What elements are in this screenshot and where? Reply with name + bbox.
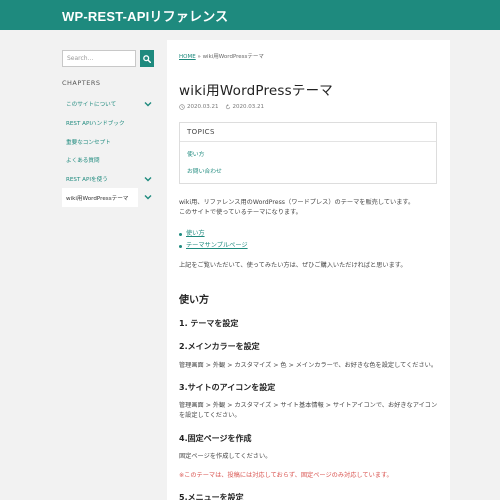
usage-link[interactable]: 使い方 — [186, 228, 205, 240]
intro-line: wiki用、リファレンス用のWordPress（ワードプレス）のテーマを販売して… — [179, 199, 415, 206]
step-heading: 1. テーマを設定 — [179, 319, 239, 328]
purchase-note: 上記をご覧いただいて、使ってみたい方は、ぜひご購入いただければと思います。 — [179, 262, 407, 269]
search-icon — [143, 54, 151, 63]
theme-sample-link[interactable]: テーマサンプルページ — [186, 240, 248, 252]
breadcrumb: HOME » wiki用WordPressテーマ — [179, 52, 450, 60]
step-heading: 2.メインカラーを設定 — [179, 342, 260, 351]
page-title: wiki用WordPressテーマ — [179, 83, 333, 99]
step-heading: 4.固定ページを作成 — [179, 434, 252, 443]
breadcrumb-separator: » — [197, 54, 201, 60]
list-item: テーマサンプルページ — [179, 240, 450, 252]
step-text: 管理画面 > 外観 > カスタマイズ > 色 > メインカラーで、お好きな色を設… — [179, 362, 438, 369]
link-list: 使い方 テーマサンプルページ — [179, 228, 450, 252]
sidebar-item-label: このサイトについて — [66, 102, 117, 109]
sidebar-item-about[interactable]: このサイトについて — [62, 95, 158, 114]
sidebar-item-label: 重要なコンセプト — [66, 139, 111, 146]
sidebar-item-faq[interactable]: よくある質問 — [62, 151, 158, 170]
topics-links: 使い方 お問い合わせ — [180, 142, 436, 175]
step-text: 固定ページを作成してください。 — [179, 453, 272, 460]
chapters-label: CHAPTERS — [62, 79, 101, 87]
breadcrumb-home-link[interactable]: HOME — [179, 54, 196, 60]
sidebar-item-handbook[interactable]: REST APIハンドブック — [62, 114, 158, 133]
list-item: 使い方 — [179, 228, 450, 240]
site-title[interactable]: WP-REST-APIリファレンス — [62, 6, 228, 25]
intro-text: wiki用、リファレンス用のWordPress（ワードプレス）のテーマを販売して… — [179, 198, 441, 218]
clock-icon — [179, 104, 185, 110]
search-input[interactable] — [62, 50, 136, 67]
section-heading: 使い方 — [179, 295, 209, 306]
step-text: 管理画面 > 外観 > カスタマイズ > サイト基本情報 > サイトアイコンで、… — [179, 402, 438, 419]
sidebar: CHAPTERS このサイトについて REST APIハンドブック 重要なコンセ… — [62, 50, 158, 208]
published-date: 2020.03.21 — [187, 104, 219, 110]
sidebar-item-wiki-theme[interactable]: wiki用WordPressテーマ — [62, 188, 152, 208]
chevron-down-icon[interactable] — [144, 194, 152, 200]
chapter-nav: このサイトについて REST APIハンドブック 重要なコンセプト よくある質問… — [62, 95, 158, 208]
site-header: WP-REST-APIリファレンス — [0, 0, 500, 30]
topics-link-contact[interactable]: お問い合わせ — [187, 166, 436, 175]
sidebar-item-label: wiki用WordPressテーマ — [66, 195, 129, 202]
sidebar-item-label: REST APIを使う — [66, 177, 108, 184]
topics-box: TOPICS 使い方 お問い合わせ — [179, 122, 437, 184]
step-heading: 3.サイトのアイコンを設定 — [179, 383, 276, 392]
topics-link-usage[interactable]: 使い方 — [187, 149, 436, 158]
updated-date: 2020.03.21 — [232, 104, 265, 110]
main-content: HOME » wiki用WordPressテーマ wiki用WordPressテ… — [167, 40, 450, 500]
topics-heading: TOPICS — [180, 123, 436, 142]
sidebar-item-label: よくある質問 — [66, 158, 100, 165]
chevron-down-icon[interactable] — [144, 176, 152, 182]
warning-note: ※このテーマは、投稿には対応しておらず、固定ページのみ対応しています。 — [179, 472, 393, 479]
search-button[interactable] — [140, 50, 154, 67]
refresh-icon — [225, 104, 230, 110]
search-form — [62, 50, 158, 67]
sidebar-item-label: REST APIハンドブック — [66, 121, 125, 128]
step-heading: 5.メニューを設定 — [179, 493, 244, 500]
sidebar-item-using-rest-api[interactable]: REST APIを使う — [62, 170, 158, 189]
post-dates: 2020.03.21 2020.03.21 — [179, 104, 450, 110]
chevron-down-icon[interactable] — [144, 101, 152, 107]
breadcrumb-current: wiki用WordPressテーマ — [202, 54, 264, 60]
intro-line: このサイトで使っているテーマになります。 — [179, 209, 302, 216]
sidebar-item-concepts[interactable]: 重要なコンセプト — [62, 132, 158, 151]
